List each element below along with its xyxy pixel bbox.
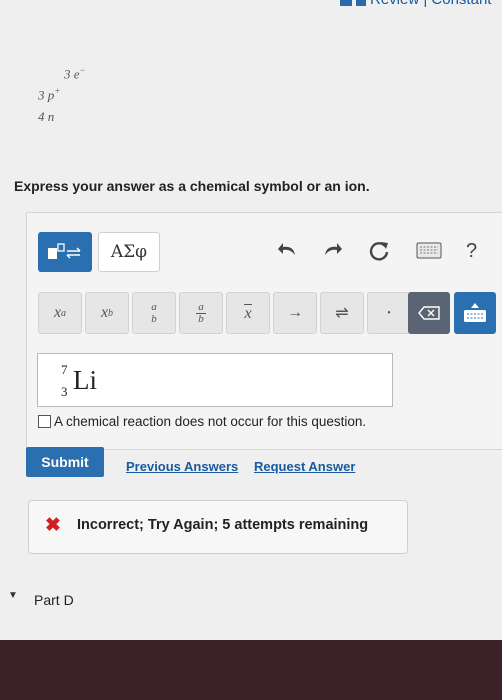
redo-icon[interactable] [322, 240, 342, 263]
answer-input[interactable]: 7 3 Li [37, 353, 393, 407]
dot-button[interactable]: • [367, 292, 411, 334]
review-constants-link[interactable]: Review | Constant [370, 0, 491, 8]
mass-number: 7 [61, 362, 68, 377]
delete-button[interactable] [408, 292, 450, 334]
previous-answers-link[interactable]: Previous Answers [126, 459, 238, 474]
backspace-icon [418, 306, 440, 320]
keyboard-icon[interactable] [416, 242, 442, 265]
templates-icon [48, 243, 81, 259]
proton-count: 3 p+ [38, 86, 61, 103]
keyboard-toggle-icon [464, 303, 486, 322]
undo-icon[interactable] [278, 240, 298, 263]
no-reaction-option[interactable]: A chemical reaction does not occur for t… [38, 414, 366, 429]
toolbar-row-2: xa xb a b a b x → ⇌ • [38, 292, 502, 336]
bottom-background [0, 640, 502, 700]
keyboard-toggle-button[interactable] [454, 292, 496, 334]
chevron-down-icon[interactable]: ▼ [8, 590, 18, 601]
symbol-palette-button[interactable]: ΑΣφ [98, 232, 160, 272]
element-symbol: Li [73, 365, 97, 395]
part-d-header[interactable]: Part D [34, 592, 74, 608]
no-reaction-label: A chemical reaction does not occur for t… [54, 414, 367, 429]
help-button[interactable]: ? [466, 240, 477, 262]
review-icon-secondary [356, 0, 366, 6]
request-answer-link[interactable]: Request Answer [254, 459, 355, 474]
vector-button[interactable]: x [226, 292, 270, 334]
neutron-count: 4 n [38, 109, 55, 124]
feedback-message: Incorrect; Try Again; 5 attempts remaini… [77, 517, 369, 533]
toolbar-row-1: ΑΣφ ? [38, 232, 502, 272]
no-reaction-checkbox[interactable] [38, 415, 51, 428]
question-prompt: Express your answer as a chemical symbol… [14, 178, 370, 194]
stacked-fraction-button[interactable]: a b [179, 292, 223, 334]
incorrect-icon: ✖ [45, 515, 61, 536]
equilibrium-arrow-button[interactable]: ⇌ [320, 292, 364, 334]
templates-button[interactable] [38, 232, 92, 272]
reset-icon[interactable] [368, 240, 390, 267]
header-bar: Review | Constant [330, 0, 502, 10]
superscript-button[interactable]: xa [38, 292, 82, 334]
fraction-button[interactable]: a b [132, 292, 176, 334]
atomic-number: 3 [61, 384, 68, 399]
electron-count: 3 e− [64, 65, 86, 82]
subscript-button[interactable]: xb [85, 292, 129, 334]
feedback-box: ✖ Incorrect; Try Again; 5 attempts remai… [28, 500, 408, 554]
reaction-arrow-button[interactable]: → [273, 292, 317, 334]
review-icon [340, 0, 352, 6]
submit-button[interactable]: Submit [26, 447, 104, 477]
